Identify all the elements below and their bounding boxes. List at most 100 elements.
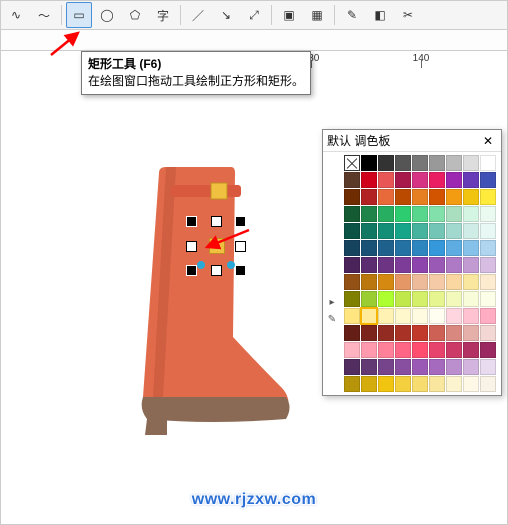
color-swatch[interactable] [378,291,394,307]
color-swatch[interactable] [344,155,360,171]
color-swatch[interactable] [361,359,377,375]
color-swatch[interactable] [480,359,496,375]
color-swatch[interactable] [480,189,496,205]
color-swatch[interactable] [429,274,445,290]
color-swatch[interactable] [412,325,428,341]
color-swatch[interactable] [446,189,462,205]
rectangle-tool[interactable]: ▭ [66,2,92,28]
color-swatch[interactable] [463,172,479,188]
color-swatch[interactable] [429,291,445,307]
color-swatch[interactable] [463,308,479,324]
color-swatch[interactable] [429,155,445,171]
color-swatch[interactable] [361,274,377,290]
color-swatch[interactable] [463,240,479,256]
color-swatch[interactable] [395,257,411,273]
color-swatch[interactable] [463,189,479,205]
bezier-tool[interactable]: 〜 [31,2,57,28]
color-swatch[interactable] [395,359,411,375]
color-swatch[interactable] [361,325,377,341]
color-swatch[interactable] [412,155,428,171]
color-swatch[interactable] [446,359,462,375]
close-button[interactable]: ✕ [479,134,497,148]
color-swatch[interactable] [378,308,394,324]
color-swatch[interactable] [463,291,479,307]
color-swatch[interactable] [344,376,360,392]
handle-n[interactable] [211,216,222,227]
color-swatch[interactable] [344,240,360,256]
color-swatch[interactable] [480,257,496,273]
color-swatch[interactable] [412,291,428,307]
color-swatch[interactable] [480,274,496,290]
color-swatch[interactable] [378,189,394,205]
transparency-tool[interactable]: ▦ [304,2,330,28]
crop-tool[interactable]: ✂ [395,2,421,28]
color-swatch[interactable] [463,206,479,222]
color-swatch[interactable] [446,376,462,392]
color-swatch[interactable] [378,376,394,392]
color-swatch[interactable] [480,172,496,188]
color-swatch[interactable] [378,274,394,290]
color-swatch[interactable] [480,308,496,324]
color-swatch[interactable] [378,206,394,222]
color-swatch[interactable] [463,342,479,358]
color-swatch[interactable] [412,274,428,290]
color-swatch[interactable] [344,189,360,205]
color-swatch[interactable] [412,223,428,239]
color-swatch[interactable] [361,155,377,171]
dimension-tool[interactable]: ⤢ [241,2,267,28]
handle-nw[interactable] [186,216,197,227]
color-swatch[interactable] [429,342,445,358]
color-swatch[interactable] [344,325,360,341]
freehand-tool[interactable]: ∿ [3,2,29,28]
handle-sw[interactable] [186,265,197,276]
color-swatch[interactable] [446,257,462,273]
color-swatch[interactable] [395,274,411,290]
color-swatch[interactable] [446,274,462,290]
color-swatch[interactable] [412,308,428,324]
color-swatch[interactable] [344,308,360,324]
eraser-tool[interactable]: ◧ [367,2,393,28]
color-swatch[interactable] [429,257,445,273]
color-swatch[interactable] [361,291,377,307]
color-swatch[interactable] [361,223,377,239]
color-swatch[interactable] [463,359,479,375]
color-swatch[interactable] [429,376,445,392]
color-swatch[interactable] [344,206,360,222]
color-swatch[interactable] [429,325,445,341]
color-swatch[interactable] [412,376,428,392]
color-swatch[interactable] [378,359,394,375]
color-swatch[interactable] [463,223,479,239]
color-swatch[interactable] [480,376,496,392]
color-swatch[interactable] [395,240,411,256]
color-swatch[interactable] [378,155,394,171]
color-swatch[interactable] [344,342,360,358]
color-swatch[interactable] [429,189,445,205]
connector-tool[interactable]: ↘ [213,2,239,28]
color-swatch[interactable] [480,325,496,341]
color-swatch[interactable] [395,172,411,188]
color-swatch[interactable] [395,155,411,171]
color-swatch[interactable] [395,376,411,392]
color-swatch[interactable] [446,172,462,188]
color-swatch[interactable] [344,274,360,290]
color-swatch[interactable] [446,342,462,358]
color-swatch[interactable] [480,342,496,358]
color-swatch[interactable] [344,257,360,273]
color-swatch[interactable] [446,308,462,324]
color-swatch[interactable] [395,325,411,341]
color-swatch[interactable] [429,359,445,375]
collapse-icon[interactable]: ▸ [329,297,334,308]
color-swatch[interactable] [361,342,377,358]
color-swatch[interactable] [463,274,479,290]
line-tool[interactable]: ／ [185,2,211,28]
color-swatch[interactable] [446,291,462,307]
color-swatch[interactable] [446,223,462,239]
color-swatch[interactable] [378,257,394,273]
color-swatch[interactable] [378,325,394,341]
color-swatch[interactable] [463,257,479,273]
color-swatch[interactable] [378,172,394,188]
color-swatch[interactable] [361,376,377,392]
handle-s[interactable] [211,265,222,276]
color-swatch[interactable] [480,240,496,256]
text-tool[interactable]: 字 [150,2,176,28]
